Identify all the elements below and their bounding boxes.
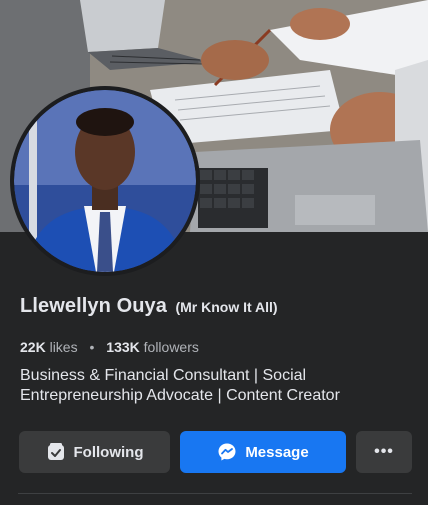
profile-avatar[interactable] [10,86,200,276]
profile-photo [14,90,196,272]
followers-stat[interactable]: 133K followers [106,339,199,355]
likes-stat[interactable]: 22K likes [20,339,78,355]
section-divider [18,493,412,494]
bio-line: Business & Financial Consultant | Social [20,367,307,384]
profile-nickname: (Mr Know It All) [175,299,278,315]
stats-separator: • [89,339,95,355]
following-button[interactable]: Following [19,431,170,473]
followers-label: followers [143,339,199,355]
more-dots-icon: ••• [374,443,394,460]
likes-label: likes [49,339,78,355]
message-label: Message [245,443,309,461]
profile-header: Llewellyn Ouya (Mr Know It All) [20,295,278,318]
bio-line: Entrepreneurship Advocate | Content Crea… [20,387,340,404]
followers-count: 133K [106,339,140,355]
more-options-button[interactable]: ••• [356,431,412,473]
following-label: Following [73,443,144,461]
message-button[interactable]: Message [180,431,346,473]
profile-name: Llewellyn Ouya [20,295,168,317]
profile-stats: 22K likes • 133K followers [20,339,199,355]
messenger-icon [217,442,237,462]
likes-count: 22K [20,339,46,355]
following-check-icon [46,442,66,462]
profile-bio: Business & Financial Consultant | Social… [20,366,420,406]
